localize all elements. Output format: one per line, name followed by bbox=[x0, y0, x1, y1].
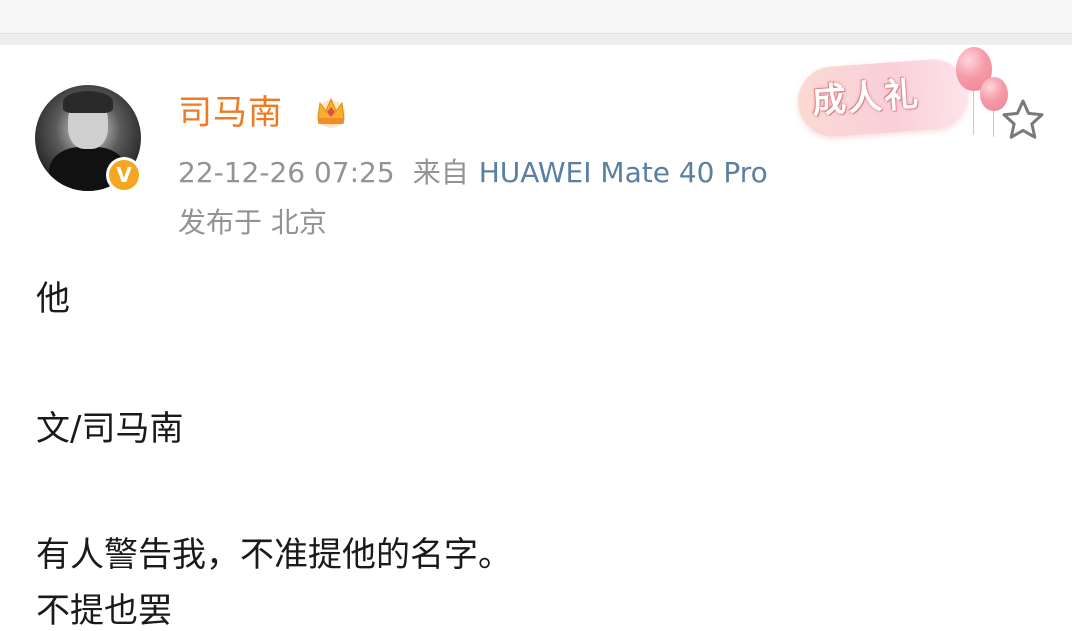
author-name[interactable]: 司马南 bbox=[178, 93, 283, 133]
device-link[interactable]: HUAWEI Mate 40 Pro bbox=[479, 156, 768, 189]
verified-badge: V bbox=[106, 157, 142, 193]
post-card: V 司马南 22-12-26 07:25 来自 HUAWEI Mate 40 Pro… bbox=[0, 45, 1072, 631]
badge-label: 成人礼 bbox=[810, 74, 922, 122]
content-title: 他 bbox=[36, 279, 70, 319]
verified-v-icon: V bbox=[109, 160, 139, 190]
coming-of-age-badge[interactable]: 成人礼 bbox=[795, 57, 971, 139]
balloon-string bbox=[973, 91, 974, 135]
divider bbox=[0, 33, 1072, 45]
top-bar bbox=[0, 0, 1072, 33]
post-meta: 22-12-26 07:25 来自 HUAWEI Mate 40 Pro bbox=[178, 155, 768, 191]
crown-icon bbox=[317, 97, 345, 128]
post-source-label: 来自 bbox=[412, 156, 469, 189]
content-paragraph: 不提也罢 bbox=[36, 591, 172, 631]
avatar-hair bbox=[63, 91, 113, 113]
star-outline-icon[interactable] bbox=[1000, 97, 1046, 143]
post-location: 发布于 北京 bbox=[178, 206, 327, 239]
balloon-string bbox=[993, 111, 994, 137]
content-paragraph: 有人警告我，不准提他的名字。 bbox=[36, 535, 512, 575]
content-byline: 文/司马南 bbox=[36, 409, 184, 449]
post-time: 22-12-26 07:25 bbox=[178, 156, 395, 189]
